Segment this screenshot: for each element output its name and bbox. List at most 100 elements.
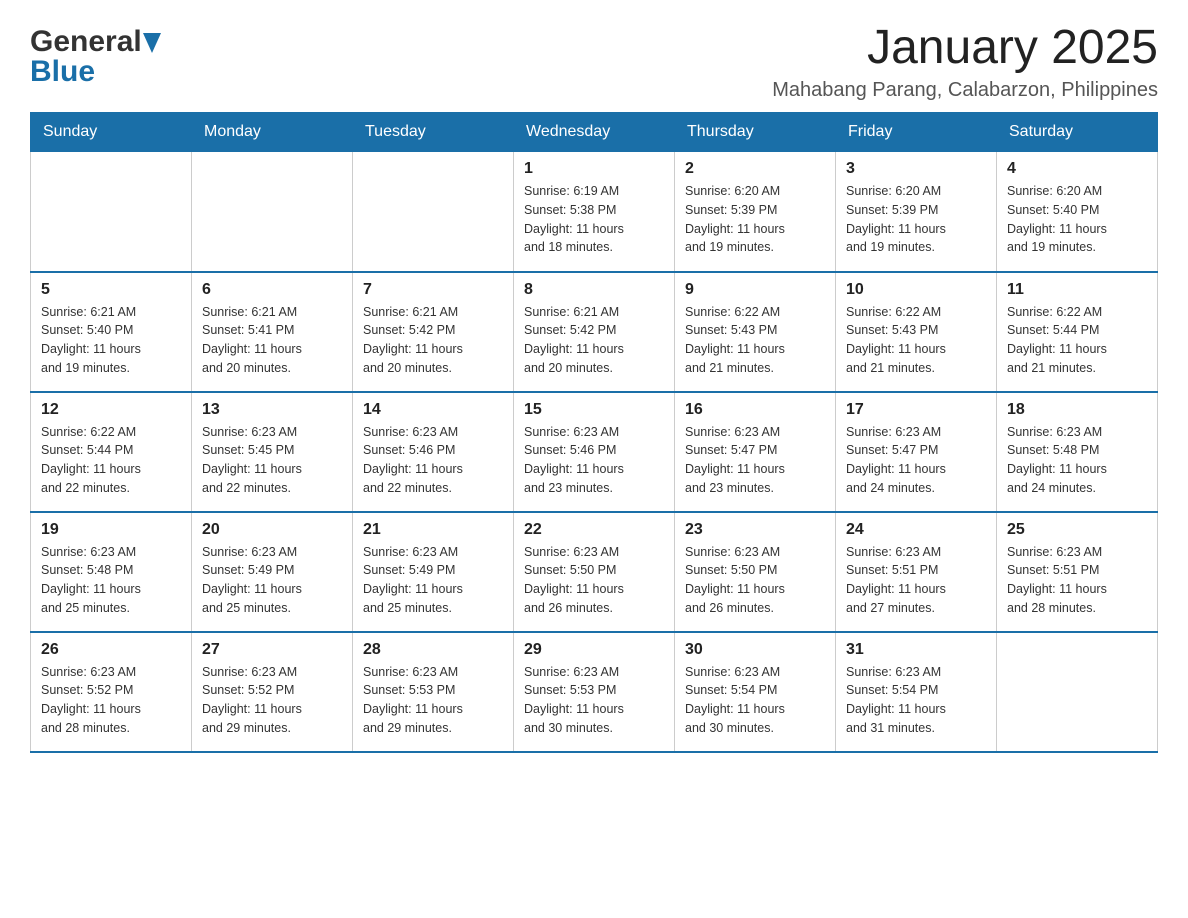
column-header-wednesday: Wednesday [514, 113, 675, 152]
day-info: Sunrise: 6:23 AMSunset: 5:48 PMDaylight:… [1007, 423, 1147, 498]
calendar-cell: 18 Sunrise: 6:23 AMSunset: 5:48 PMDayligh… [997, 392, 1158, 512]
calendar-cell: 30Sunrise: 6:23 AMSunset: 5:54 PMDayligh… [675, 632, 836, 752]
day-info: Sunrise: 6:22 AMSunset: 5:43 PMDaylight:… [685, 303, 825, 378]
calendar-cell: 25Sunrise: 6:23 AMSunset: 5:51 PMDayligh… [997, 512, 1158, 632]
day-info: Sunrise: 6:20 AMSunset: 5:39 PMDaylight:… [685, 182, 825, 257]
calendar-week-row: 19Sunrise: 6:23 AMSunset: 5:48 PMDayligh… [31, 512, 1158, 632]
calendar-subtitle: Mahabang Parang, Calabarzon, Philippines [772, 79, 1158, 102]
calendar-cell: 15Sunrise: 6:23 AMSunset: 5:46 PMDayligh… [514, 392, 675, 512]
day-info: Sunrise: 6:20 AMSunset: 5:40 PMDaylight:… [1007, 182, 1147, 257]
logo: General Blue [30, 20, 162, 89]
day-number: 15 [524, 401, 664, 419]
column-header-thursday: Thursday [675, 113, 836, 152]
day-info: Sunrise: 6:19 AMSunset: 5:38 PMDaylight:… [524, 182, 664, 257]
day-info: Sunrise: 6:23 AMSunset: 5:51 PMDaylight:… [846, 543, 986, 618]
day-number: 25 [1007, 521, 1147, 539]
calendar-cell: 28 Sunrise: 6:23 AMSunset: 5:53 PMDayligh… [353, 632, 514, 752]
calendar-cell: 11 Sunrise: 6:22 AMSunset: 5:44 PMDayligh… [997, 272, 1158, 392]
calendar-cell: 3 Sunrise: 6:20 AMSunset: 5:39 PMDaylight… [836, 152, 997, 272]
day-info: Sunrise: 6:21 AMSunset: 5:42 PMDaylight:… [524, 303, 664, 378]
day-info: Sunrise: 6:23 AMSunset: 5:50 PMDaylight:… [685, 543, 825, 618]
day-number: 23 [685, 521, 825, 539]
day-number: 11 [1007, 281, 1147, 299]
calendar-week-row: 1 Sunrise: 6:19 AMSunset: 5:38 PMDaylight… [31, 152, 1158, 272]
day-number: 31 [846, 641, 986, 659]
calendar-cell: 31 Sunrise: 6:23 AMSunset: 5:54 PMDayligh… [836, 632, 997, 752]
day-number: 2 [685, 160, 825, 178]
day-info: Sunrise: 6:21 AMSunset: 5:40 PMDaylight:… [41, 303, 181, 378]
calendar-cell: 2 Sunrise: 6:20 AMSunset: 5:39 PMDaylight… [675, 152, 836, 272]
day-number: 26 [41, 641, 181, 659]
calendar-cell: 23 Sunrise: 6:23 AMSunset: 5:50 PMDayligh… [675, 512, 836, 632]
day-info: Sunrise: 6:23 AMSunset: 5:53 PMDaylight:… [363, 663, 503, 738]
day-number: 29 [524, 641, 664, 659]
calendar-cell [192, 152, 353, 272]
day-info: Sunrise: 6:23 AMSunset: 5:52 PMDaylight:… [41, 663, 181, 738]
calendar-cell: 26 Sunrise: 6:23 AMSunset: 5:52 PMDayligh… [31, 632, 192, 752]
column-header-friday: Friday [836, 113, 997, 152]
day-info: Sunrise: 6:21 AMSunset: 5:42 PMDaylight:… [363, 303, 503, 378]
day-info: Sunrise: 6:22 AMSunset: 5:44 PMDaylight:… [41, 423, 181, 498]
calendar-cell: 24 Sunrise: 6:23 AMSunset: 5:51 PMDayligh… [836, 512, 997, 632]
day-info: Sunrise: 6:23 AMSunset: 5:53 PMDaylight:… [524, 663, 664, 738]
column-header-sunday: Sunday [31, 113, 192, 152]
logo-blue-text: Blue [30, 55, 95, 89]
calendar-week-row: 12 Sunrise: 6:22 AMSunset: 5:44 PMDayligh… [31, 392, 1158, 512]
day-number: 18 [1007, 401, 1147, 419]
calendar-cell: 9Sunrise: 6:22 AMSunset: 5:43 PMDaylight… [675, 272, 836, 392]
calendar-table: SundayMondayTuesdayWednesdayThursdayFrid… [30, 112, 1158, 753]
calendar-cell: 13Sunrise: 6:23 AMSunset: 5:45 PMDayligh… [192, 392, 353, 512]
column-header-tuesday: Tuesday [353, 113, 514, 152]
calendar-week-row: 26 Sunrise: 6:23 AMSunset: 5:52 PMDayligh… [31, 632, 1158, 752]
day-info: Sunrise: 6:23 AMSunset: 5:52 PMDaylight:… [202, 663, 342, 738]
day-number: 3 [846, 160, 986, 178]
day-number: 20 [202, 521, 342, 539]
calendar-cell: 20Sunrise: 6:23 AMSunset: 5:49 PMDayligh… [192, 512, 353, 632]
day-number: 17 [846, 401, 986, 419]
calendar-cell: 4 Sunrise: 6:20 AMSunset: 5:40 PMDaylight… [997, 152, 1158, 272]
calendar-cell [353, 152, 514, 272]
calendar-cell: 19Sunrise: 6:23 AMSunset: 5:48 PMDayligh… [31, 512, 192, 632]
day-info: Sunrise: 6:23 AMSunset: 5:46 PMDaylight:… [363, 423, 503, 498]
day-info: Sunrise: 6:23 AMSunset: 5:47 PMDaylight:… [685, 423, 825, 498]
calendar-header-row: SundayMondayTuesdayWednesdayThursdayFrid… [31, 113, 1158, 152]
day-number: 19 [41, 521, 181, 539]
column-header-saturday: Saturday [997, 113, 1158, 152]
calendar-cell: 8Sunrise: 6:21 AMSunset: 5:42 PMDaylight… [514, 272, 675, 392]
day-number: 13 [202, 401, 342, 419]
day-info: Sunrise: 6:21 AMSunset: 5:41 PMDaylight:… [202, 303, 342, 378]
day-info: Sunrise: 6:22 AMSunset: 5:44 PMDaylight:… [1007, 303, 1147, 378]
day-number: 28 [363, 641, 503, 659]
day-number: 10 [846, 281, 986, 299]
day-number: 22 [524, 521, 664, 539]
day-number: 27 [202, 641, 342, 659]
day-info: Sunrise: 6:23 AMSunset: 5:47 PMDaylight:… [846, 423, 986, 498]
day-number: 16 [685, 401, 825, 419]
day-number: 1 [524, 160, 664, 178]
day-number: 14 [363, 401, 503, 419]
calendar-cell: 12 Sunrise: 6:22 AMSunset: 5:44 PMDayligh… [31, 392, 192, 512]
day-info: Sunrise: 6:22 AMSunset: 5:43 PMDaylight:… [846, 303, 986, 378]
logo-general-text: General [30, 25, 142, 59]
day-number: 24 [846, 521, 986, 539]
column-header-monday: Monday [192, 113, 353, 152]
calendar-cell: 1 Sunrise: 6:19 AMSunset: 5:38 PMDaylight… [514, 152, 675, 272]
day-info: Sunrise: 6:23 AMSunset: 5:54 PMDaylight:… [846, 663, 986, 738]
day-number: 6 [202, 281, 342, 299]
calendar-cell [31, 152, 192, 272]
page-header: General Blue January 2025 Mahabang Paran… [30, 20, 1158, 102]
calendar-cell: 22Sunrise: 6:23 AMSunset: 5:50 PMDayligh… [514, 512, 675, 632]
day-number: 7 [363, 281, 503, 299]
logo-triangle-icon [143, 33, 161, 53]
calendar-cell: 27 Sunrise: 6:23 AMSunset: 5:52 PMDayligh… [192, 632, 353, 752]
day-number: 21 [363, 521, 503, 539]
calendar-cell: 6 Sunrise: 6:21 AMSunset: 5:41 PMDaylight… [192, 272, 353, 392]
calendar-cell: 16 Sunrise: 6:23 AMSunset: 5:47 PMDayligh… [675, 392, 836, 512]
day-info: Sunrise: 6:20 AMSunset: 5:39 PMDaylight:… [846, 182, 986, 257]
calendar-cell: 17 Sunrise: 6:23 AMSunset: 5:47 PMDayligh… [836, 392, 997, 512]
calendar-cell [997, 632, 1158, 752]
logo-text: General [30, 25, 162, 59]
day-number: 4 [1007, 160, 1147, 178]
day-number: 12 [41, 401, 181, 419]
title-area: January 2025 Mahabang Parang, Calabarzon… [772, 20, 1158, 102]
